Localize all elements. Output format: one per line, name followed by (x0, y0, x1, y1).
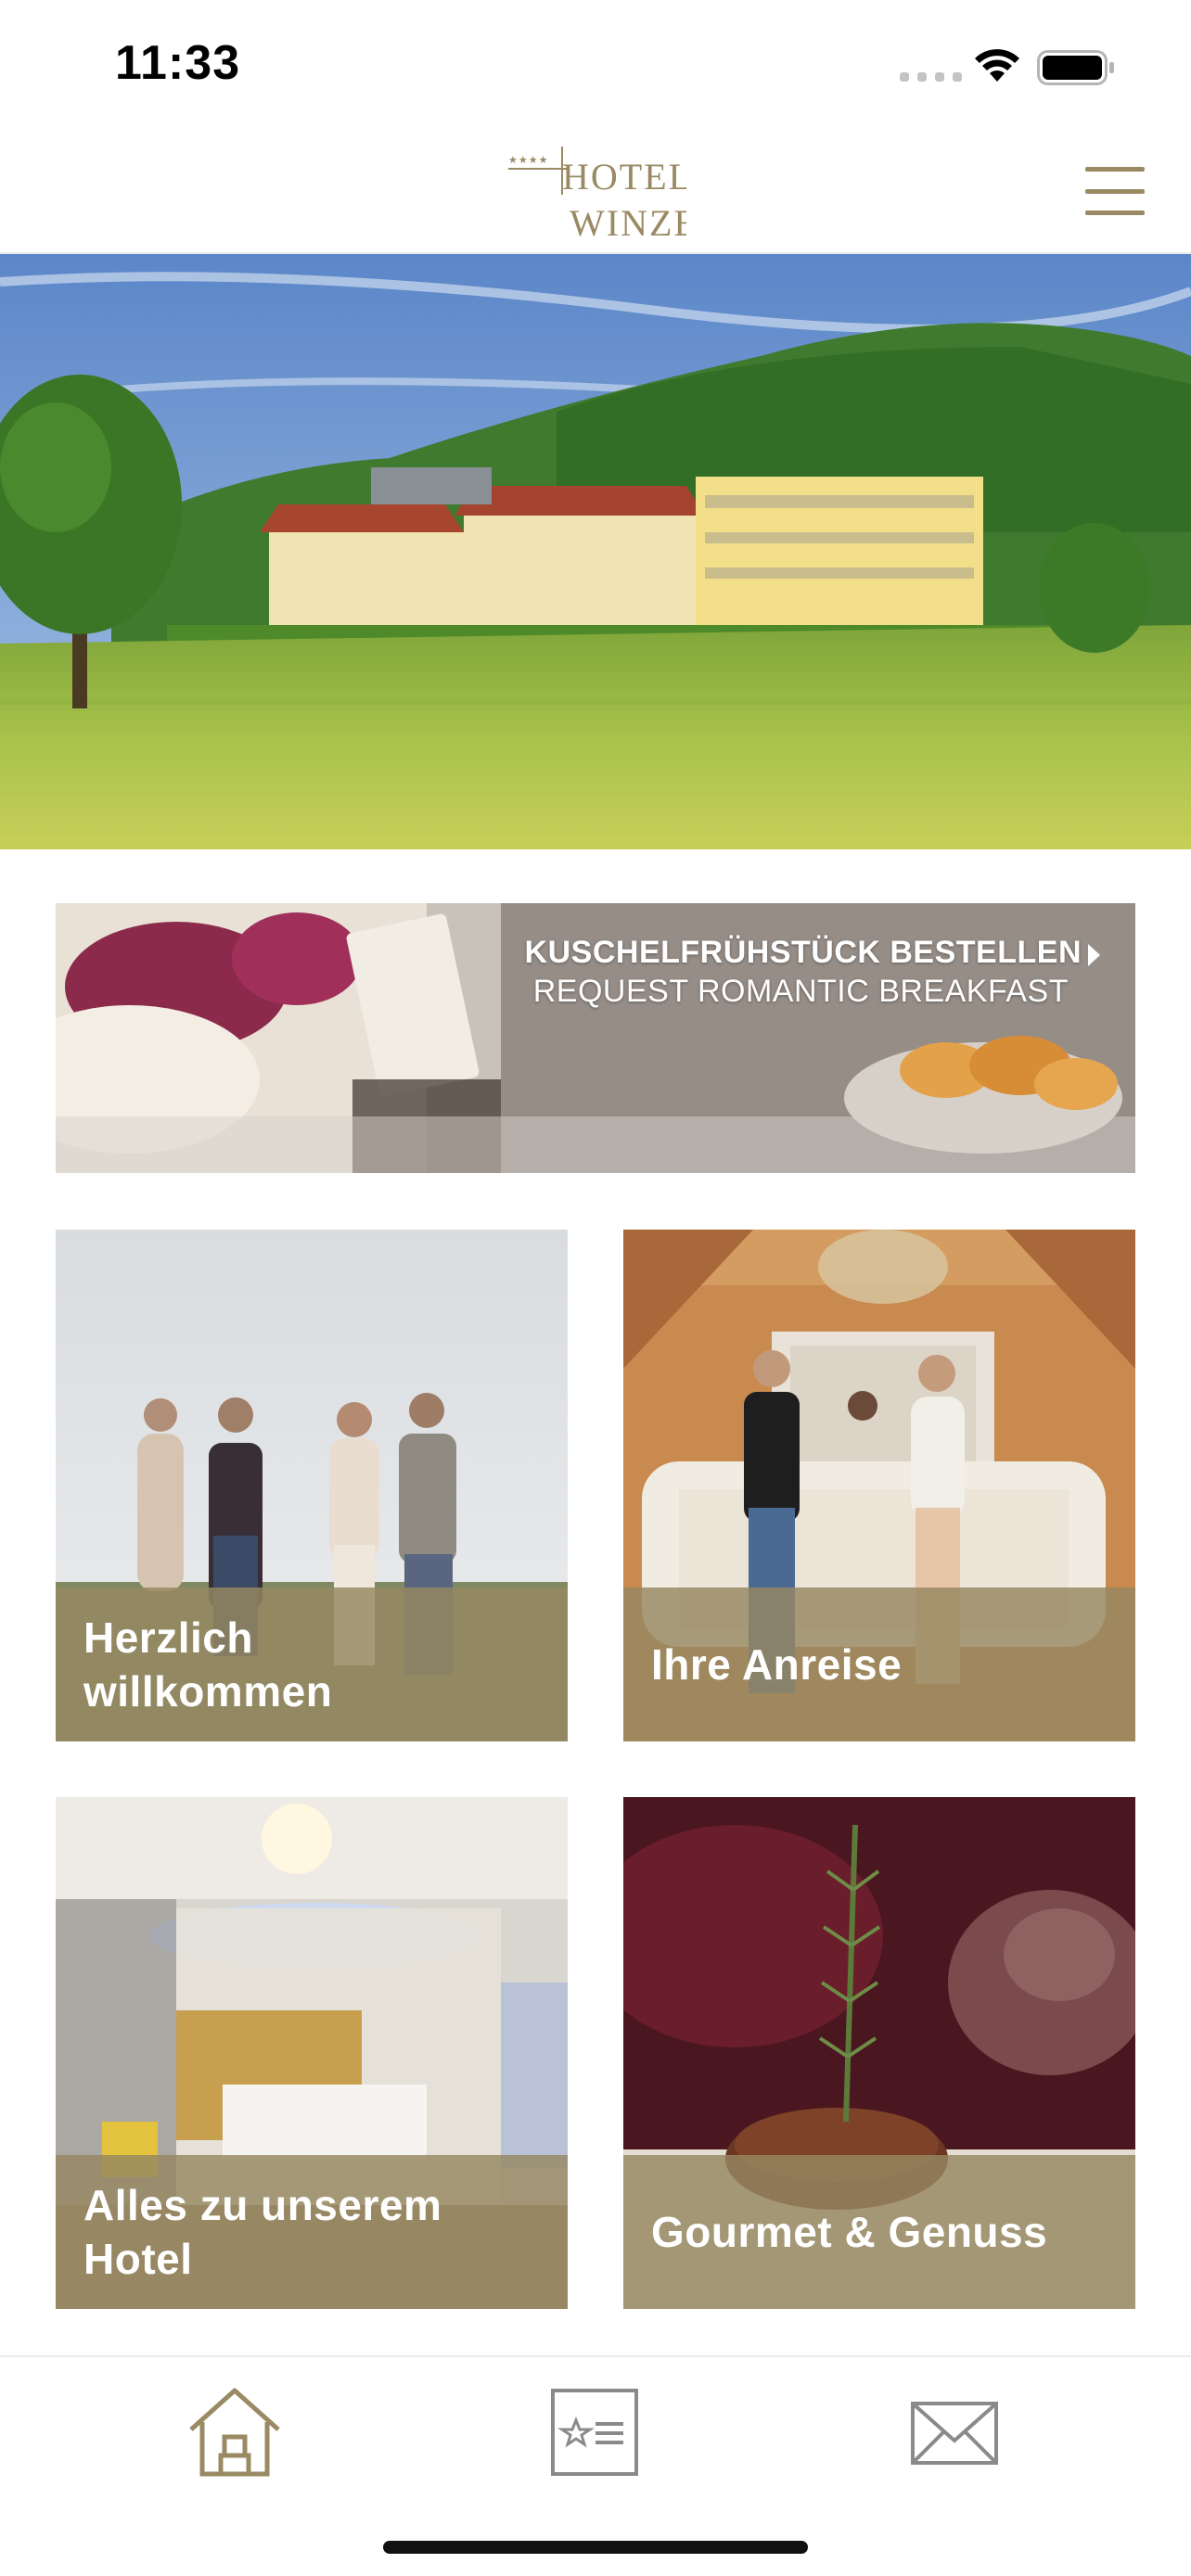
battery-icon (1037, 50, 1114, 85)
svg-text:WINZER: WINZER (570, 202, 686, 243)
mail-icon (911, 2402, 998, 2465)
svg-text:HOTEL: HOTEL (562, 156, 686, 198)
tile-label: Gourmet & Genuss (651, 2208, 1048, 2256)
cellular-signal-icon (900, 72, 962, 82)
tile-label: Alles zu unserem Hotel (83, 2181, 442, 2283)
tab-rated-list[interactable] (544, 2383, 646, 2480)
banner-subtitle: REQUEST ROMANTIC BREAKFAST (532, 974, 1069, 1009)
tile-caption: Herzlich willkommen (56, 1588, 568, 1741)
chevron-right-icon (1088, 944, 1100, 966)
hamburger-menu-icon (1085, 167, 1145, 172)
tile-caption: Gourmet & Genuss (623, 2155, 1135, 2309)
hero-image (0, 254, 1191, 849)
tile-caption: Ihre Anreise (623, 1588, 1135, 1741)
tab-home[interactable] (184, 2383, 286, 2480)
tile-welcome[interactable]: Herzlich willkommen (56, 1230, 568, 1741)
home-icon (189, 2388, 280, 2477)
home-indicator (383, 2541, 808, 2554)
romantic-breakfast-banner[interactable]: KUSCHELFRÜHSTÜCK BESTELLEN REQUEST ROMAN… (56, 903, 1135, 1173)
app-header: ★★★★ HOTEL WINZER (0, 130, 1191, 254)
wifi-icon (975, 49, 1019, 82)
banner-title: KUSCHELFRÜHSTÜCK BESTELLEN (524, 935, 1082, 970)
svg-text:★★★★: ★★★★ (508, 154, 548, 166)
menu-button[interactable] (1085, 163, 1145, 219)
tile-caption: Alles zu unserem Hotel (56, 2155, 568, 2309)
tab-mail[interactable] (903, 2383, 1005, 2480)
hotel-logo[interactable]: ★★★★ HOTEL WINZER (505, 139, 686, 243)
hotel-exterior-photo (0, 254, 1191, 849)
tile-label: Ihre Anreise (651, 1640, 903, 1689)
tile-label: Herzlich willkommen (83, 1613, 333, 1715)
rated-list-icon (551, 2389, 638, 2476)
status-time: 11:33 (115, 36, 241, 90)
tile-gourmet[interactable]: Gourmet & Genuss (623, 1797, 1135, 2309)
tile-hotel-info[interactable]: Alles zu unserem Hotel (56, 1797, 568, 2309)
status-bar: 11:33 (0, 0, 1191, 130)
tile-arrival[interactable]: Ihre Anreise (623, 1230, 1135, 1741)
